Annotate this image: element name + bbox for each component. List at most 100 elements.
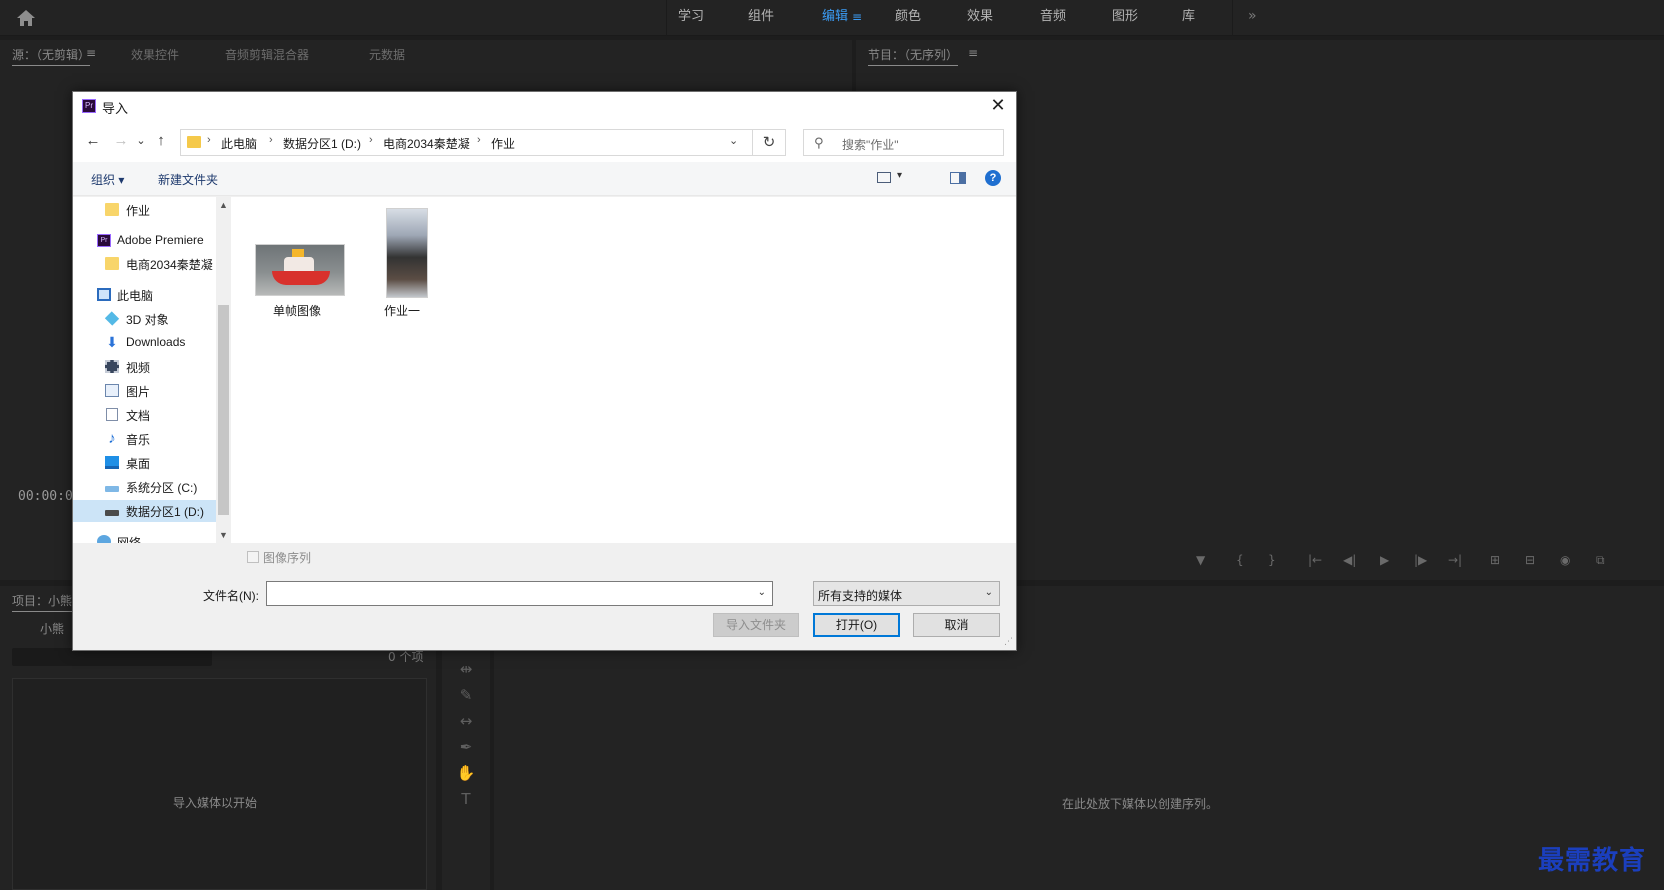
play-icon[interactable]: ▶ <box>1380 553 1389 569</box>
tab-project[interactable]: 项目：小熊 <box>12 592 73 612</box>
image-sequence-checkbox[interactable] <box>247 551 259 563</box>
boat-cabin <box>284 257 314 272</box>
resize-grip-icon[interactable]: ⋰ <box>1004 636 1013 647</box>
step-back-icon[interactable]: ◀| <box>1343 553 1356 569</box>
import-folder-button[interactable]: 导入文件夹 <box>713 613 799 637</box>
file-list[interactable]: 单帧图像 作业一 <box>231 197 1016 543</box>
mark-out-icon[interactable]: } <box>1268 553 1276 569</box>
address-bar[interactable]: › 此电脑 › 数据分区1 (D:) › 电商2034秦楚凝 › 作业 ⌄ <box>180 129 753 156</box>
cancel-button[interactable]: 取消 <box>913 613 1000 637</box>
tab-source[interactable]: 源：（无剪辑） <box>12 46 91 66</box>
mark-in-icon[interactable]: { <box>1236 553 1244 569</box>
tab-effect-controls[interactable]: 效果控件 <box>131 46 179 63</box>
project-bin-label[interactable]: 小熊 <box>40 620 64 637</box>
chevron-down-icon[interactable]: ⌄ <box>985 587 993 598</box>
tools-panel: ⇹ ✎ ↔ ✒ ✋ T <box>442 640 490 890</box>
breadcrumb-separator: › <box>269 134 273 146</box>
file-name[interactable]: 单帧图像 <box>273 302 321 319</box>
workspace-tab-audio[interactable]: 音频 <box>1040 0 1066 36</box>
ripple-edit-icon[interactable]: ⇹ <box>456 660 476 680</box>
tab-source-menu-icon[interactable]: ≡ <box>86 46 96 60</box>
chevron-down-icon[interactable]: ▾ <box>897 170 902 181</box>
workspace-tab-editing[interactable]: 编辑 <box>822 0 848 36</box>
step-forward-icon[interactable]: |▶ <box>1414 553 1427 569</box>
tree-item-network[interactable]: 网络 <box>73 531 216 543</box>
breadcrumb-homework[interactable]: 作业 <box>491 135 515 152</box>
tree-item-drive-c[interactable]: 系统分区 (C:) <box>73 476 216 498</box>
extract-icon[interactable]: ⊟ <box>1525 553 1535 569</box>
view-mode-icon[interactable] <box>877 172 891 183</box>
workspace-menu-icon[interactable]: ≡ <box>852 10 862 24</box>
tab-program-menu-icon[interactable]: ≡ <box>968 46 978 60</box>
help-icon[interactable]: ? <box>985 170 1001 186</box>
comparison-view-icon[interactable]: ⧉ <box>1596 553 1605 569</box>
home-icon[interactable] <box>16 9 36 27</box>
recent-locations-icon[interactable]: ⌄ <box>131 131 151 151</box>
new-folder-button[interactable]: 新建文件夹 <box>158 171 218 188</box>
tree-item-homework[interactable]: 作业 <box>73 199 216 221</box>
up-arrow-icon[interactable]: ↑ <box>151 131 171 151</box>
filename-input[interactable]: ⌄ <box>266 581 773 606</box>
scroll-down-icon[interactable]: ▼ <box>216 527 231 543</box>
scroll-up-icon[interactable]: ▲ <box>216 197 231 213</box>
workspace-tab-learn[interactable]: 学习 <box>678 0 704 36</box>
workspace-tab-assembly[interactable]: 组件 <box>748 0 774 36</box>
go-to-out-icon[interactable]: →| <box>1448 553 1462 569</box>
tree-item-this-pc[interactable]: 此电脑 <box>73 284 216 306</box>
breadcrumb-this-pc[interactable]: 此电脑 <box>221 135 257 152</box>
workspace-tab-color[interactable]: 颜色 <box>895 0 921 36</box>
organize-button[interactable]: 组织 ▾ <box>91 171 124 188</box>
close-icon[interactable]: ✕ <box>987 95 1009 117</box>
scrollbar-thumb[interactable] <box>218 305 229 515</box>
breadcrumb-student-folder[interactable]: 电商2034秦楚凝 <box>383 135 470 152</box>
file-name[interactable]: 作业一 <box>384 302 420 319</box>
file-thumbnail-photo[interactable] <box>386 208 428 298</box>
chevron-down-icon[interactable]: ⌄ <box>758 587 766 598</box>
tree-item-student-folder[interactable]: 电商2034秦楚凝 <box>73 253 216 275</box>
breadcrumb-separator: › <box>477 134 481 146</box>
tree-item-music[interactable]: ♪ 音乐 <box>73 428 216 450</box>
export-frame-icon[interactable]: ◉ <box>1560 553 1570 569</box>
tree-item-downloads[interactable]: ⬇ Downloads <box>73 332 216 354</box>
slip-icon[interactable]: ↔ <box>456 712 476 732</box>
tree-item-videos[interactable]: 视频 <box>73 356 216 378</box>
project-drop-zone[interactable] <box>12 678 427 890</box>
file-type-filter[interactable]: 所有支持的媒体 ⌄ <box>813 581 1000 606</box>
breadcrumb-drive-d[interactable]: 数据分区1 (D:) <box>283 135 361 152</box>
tree-item-3d-objects[interactable]: 3D 对象 <box>73 308 216 330</box>
tree-item-pictures[interactable]: 图片 <box>73 380 216 402</box>
tab-audio-clip-mixer[interactable]: 音频剪辑混合器 <box>225 46 309 63</box>
type-icon[interactable]: T <box>456 790 476 810</box>
workspace-tab-libraries[interactable]: 库 <box>1182 0 1195 36</box>
open-button[interactable]: 打开(O) <box>813 613 900 637</box>
pen-icon[interactable]: ✒ <box>456 738 476 758</box>
dialog-titlebar[interactable]: Pr 导入 ✕ <box>73 92 1016 120</box>
refresh-icon[interactable]: ↻ <box>753 129 786 156</box>
preview-pane-icon[interactable] <box>950 172 966 184</box>
workspace-tab-effects[interactable]: 效果 <box>967 0 993 36</box>
watermark-logo: 最需教育 <box>1538 846 1647 876</box>
lift-icon[interactable]: ⊞ <box>1490 553 1500 569</box>
workspace-tab-graphics[interactable]: 图形 <box>1112 0 1138 36</box>
tree-item-documents[interactable]: 文档 <box>73 404 216 426</box>
tab-program[interactable]: 节目：（无序列） <box>868 46 959 66</box>
tree-item-desktop[interactable]: 桌面 <box>73 452 216 474</box>
tree-item-adobe-premiere[interactable]: Pr Adobe Premiere <box>73 230 216 252</box>
add-marker-icon[interactable]: ▼ <box>1196 553 1205 569</box>
workspace-overflow-icon[interactable]: » <box>1248 8 1257 24</box>
search-input[interactable]: ⚲ 搜索"作业" <box>803 129 1004 156</box>
back-arrow-icon[interactable]: ← <box>83 131 103 151</box>
address-dropdown-icon[interactable]: ⌄ <box>729 134 738 147</box>
forward-arrow-icon[interactable]: → <box>111 131 131 151</box>
tree-item-label: 图片 <box>126 385 151 399</box>
tab-metadata[interactable]: 元数据 <box>369 46 405 63</box>
music-note-icon: ♪ <box>108 430 116 447</box>
razor-icon[interactable]: ✎ <box>456 686 476 706</box>
go-to-in-icon[interactable]: |← <box>1308 553 1322 569</box>
tree-item-label: 此电脑 <box>117 289 154 303</box>
tree-item-drive-d[interactable]: 数据分区1 (D:) <box>73 500 216 522</box>
file-thumbnail-boat[interactable] <box>255 244 345 296</box>
hand-icon[interactable]: ✋ <box>456 764 476 784</box>
breadcrumb-separator: › <box>207 134 211 146</box>
tree-scrollbar[interactable]: ▲ ▼ <box>216 197 231 543</box>
